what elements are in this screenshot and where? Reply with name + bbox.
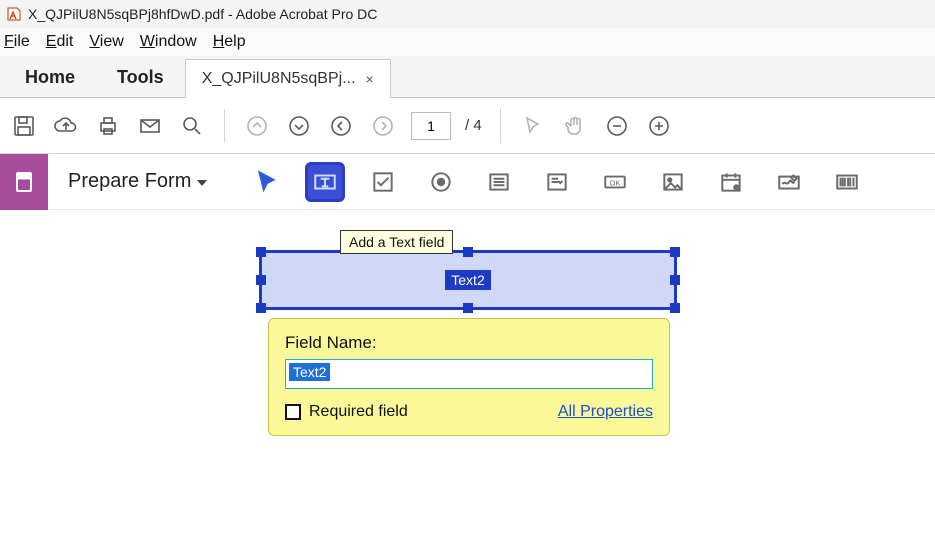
menu-file[interactable]: File — [4, 33, 30, 51]
menubar: File Edit View Window Help — [0, 28, 935, 56]
text-field-tool[interactable] — [305, 162, 345, 202]
window-title: X_QJPilU8N5sqBPj8hfDwD.pdf - Adobe Acrob… — [28, 6, 377, 22]
resize-handle[interactable] — [256, 275, 266, 285]
signature-field-tool[interactable] — [769, 162, 809, 202]
resize-handle[interactable] — [670, 247, 680, 257]
document-canvas[interactable]: Add a Text field Text2 Field Name: Text2… — [0, 210, 935, 535]
page-number-input[interactable] — [411, 112, 451, 140]
checkbox-icon — [285, 404, 301, 420]
field-name-input[interactable] — [285, 359, 653, 389]
page-next-icon[interactable] — [369, 112, 397, 140]
tooltip: Add a Text field — [340, 230, 453, 254]
text-field-selection[interactable]: Text2 — [259, 250, 677, 310]
tab-tools[interactable]: Tools — [96, 56, 185, 98]
prepare-form-label: Prepare Form — [68, 170, 191, 193]
resize-handle[interactable] — [256, 303, 266, 313]
barcode-tool[interactable] — [827, 162, 867, 202]
mail-icon[interactable] — [136, 112, 164, 140]
button-tool[interactable]: OK — [595, 162, 635, 202]
image-field-tool[interactable] — [653, 162, 693, 202]
hand-tool-icon[interactable] — [561, 112, 589, 140]
menu-edit[interactable]: Edit — [46, 33, 74, 51]
checkbox-tool[interactable] — [363, 162, 403, 202]
prepare-form-side-icon[interactable] — [0, 154, 48, 210]
svg-text:OK: OK — [610, 178, 621, 187]
toolbar-separator — [224, 109, 225, 143]
select-tool-icon[interactable] — [519, 112, 547, 140]
dropdown-tool[interactable] — [537, 162, 577, 202]
document-tab[interactable]: X_QJPilU8N5sqBPj... × — [185, 59, 391, 98]
main-toolbar: / 4 — [0, 98, 935, 154]
field-name-label: Field Name: — [285, 333, 653, 353]
chevron-down-icon — [197, 180, 207, 186]
select-field-tool[interactable] — [247, 162, 287, 202]
window-titlebar: X_QJPilU8N5sqBPj8hfDwD.pdf - Adobe Acrob… — [0, 0, 935, 28]
toolbar-separator — [500, 109, 501, 143]
required-checkbox[interactable]: Required field — [285, 403, 408, 421]
save-icon[interactable] — [10, 112, 38, 140]
zoom-out-icon[interactable] — [603, 112, 631, 140]
menu-window[interactable]: Window — [140, 33, 197, 51]
resize-handle[interactable] — [256, 247, 266, 257]
cloud-upload-icon[interactable] — [52, 112, 80, 140]
page-up-icon[interactable] — [243, 112, 271, 140]
tab-home[interactable]: Home — [4, 56, 96, 98]
resize-handle[interactable] — [670, 275, 680, 285]
menu-help[interactable]: Help — [213, 33, 246, 51]
prepare-form-dropdown[interactable]: Prepare Form — [48, 170, 217, 193]
list-box-tool[interactable] — [479, 162, 519, 202]
title-sep: - — [224, 6, 236, 22]
resize-handle[interactable] — [463, 247, 473, 257]
required-label: Required field — [309, 403, 408, 421]
document-tab-label: X_QJPilU8N5sqBPj... — [202, 70, 356, 88]
date-field-tool[interactable] — [711, 162, 751, 202]
title-appname: Adobe Acrobat Pro DC — [236, 6, 378, 22]
menu-view[interactable]: View — [89, 33, 123, 51]
zoom-in-icon[interactable] — [645, 112, 673, 140]
title-filename: X_QJPilU8N5sqBPj8hfDwD.pdf — [28, 6, 224, 22]
print-icon[interactable] — [94, 112, 122, 140]
page-down-icon[interactable] — [285, 112, 313, 140]
resize-handle[interactable] — [463, 303, 473, 313]
prepare-form-toolbar: Prepare Form OK — [0, 154, 935, 210]
field-properties-popover: Field Name: Text2 Required field All Pro… — [268, 318, 670, 436]
page-prev-icon[interactable] — [327, 112, 355, 140]
field-name-badge: Text2 — [445, 270, 490, 290]
resize-handle[interactable] — [670, 303, 680, 313]
page-total: / 4 — [465, 117, 482, 134]
app-icon — [6, 6, 22, 22]
all-properties-link[interactable]: All Properties — [558, 403, 653, 421]
search-icon[interactable] — [178, 112, 206, 140]
close-tab-icon[interactable]: × — [366, 71, 374, 87]
form-tools: OK — [247, 162, 867, 202]
radio-button-tool[interactable] — [421, 162, 461, 202]
tab-row: Home Tools X_QJPilU8N5sqBPj... × — [0, 56, 935, 98]
